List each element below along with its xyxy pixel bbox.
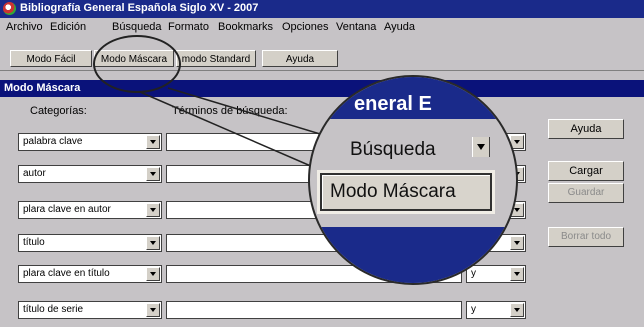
title-bar: Bibliografía General Española Siglo XV -… — [0, 0, 644, 18]
menu-edicion[interactable]: Edición — [50, 21, 86, 33]
magnifier-callout: eneral E Búsqueda Modo Máscara — [308, 75, 518, 285]
menu-formato[interactable]: Formato — [168, 21, 209, 33]
menu-opciones[interactable]: Opciones — [282, 21, 328, 33]
chevron-down-icon[interactable] — [510, 303, 524, 317]
category-value: plara clave en autor — [23, 204, 111, 215]
menu-ventana[interactable]: Ventana — [336, 21, 376, 33]
window-title: Bibliografía General Española Siglo XV -… — [20, 2, 259, 14]
category-value: plara clave en título — [23, 268, 110, 279]
category-select-1[interactable]: palabra clave — [18, 133, 162, 151]
easy-mode-button[interactable]: Modo Fácil — [10, 50, 92, 67]
menu-busqueda[interactable]: Búsqueda — [112, 21, 162, 33]
clear-all-button[interactable]: Borrar todo — [548, 227, 624, 247]
category-select-3[interactable]: plara clave en autor — [18, 201, 162, 219]
operator-value: y — [471, 304, 476, 315]
magnified-band-text: eneral E — [354, 93, 432, 115]
magnified-mask-label: Modo Máscara — [330, 181, 456, 202]
save-button[interactable]: Guardar — [548, 183, 624, 203]
category-select-5[interactable]: plara clave en título — [18, 265, 162, 283]
app-icon — [3, 2, 16, 15]
operator-select-6[interactable]: y — [466, 301, 526, 319]
magnified-mask-mode-button: Modo Máscara — [320, 173, 492, 211]
category-select-4[interactable]: título — [18, 234, 162, 252]
load-button[interactable]: Cargar — [548, 161, 624, 181]
menu-ayuda[interactable]: Ayuda — [384, 21, 415, 33]
menu-archivo[interactable]: Archivo — [6, 21, 43, 33]
panel-title: Modo Máscara — [4, 82, 81, 94]
chevron-down-icon[interactable] — [146, 303, 160, 317]
category-value: autor — [23, 168, 46, 179]
chevron-down-icon[interactable] — [146, 203, 160, 217]
categories-header: Categorías: — [30, 105, 87, 117]
category-select-2[interactable]: autor — [18, 165, 162, 183]
chevron-down-icon[interactable] — [146, 135, 160, 149]
terms-header: Términos de búsqueda: — [172, 105, 288, 117]
help-toolbar-button[interactable]: Ayuda — [262, 50, 338, 67]
standard-mode-button[interactable]: modo Standard — [176, 50, 256, 67]
magnified-chevron-down-icon — [472, 137, 490, 157]
chevron-down-icon[interactable] — [146, 236, 160, 250]
magnified-title-band: eneral E — [310, 77, 516, 119]
term-input-6[interactable] — [166, 301, 462, 319]
highlight-circle — [93, 35, 181, 93]
magnified-search-menu: Búsqueda — [350, 139, 436, 160]
menu-bar: Archivo Edición Búsqueda Formato Bookmar… — [0, 18, 644, 36]
help-button[interactable]: Ayuda — [548, 119, 624, 139]
chevron-down-icon[interactable] — [146, 167, 160, 181]
category-value: título de serie — [23, 304, 84, 315]
magnified-panel-band — [310, 227, 516, 283]
category-select-6[interactable]: título de serie — [18, 301, 162, 319]
category-value: palabra clave — [23, 136, 83, 147]
chevron-down-icon[interactable] — [146, 267, 160, 281]
category-value: título — [23, 237, 45, 248]
menu-bookmarks[interactable]: Bookmarks — [218, 21, 273, 33]
